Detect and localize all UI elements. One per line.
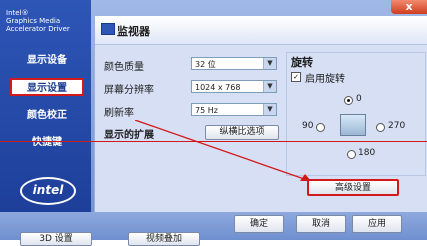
driver-window: x Intel® Graphics Media Accelerator Driv…: [0, 0, 427, 246]
rotation-0-radio[interactable]: [344, 96, 353, 105]
color-quality-label: 颜色质量: [104, 62, 144, 73]
chevron-down-icon: ▼: [263, 81, 276, 92]
intel-logo: intel: [20, 177, 76, 205]
apply-button[interactable]: 应用: [352, 215, 402, 233]
color-quality-select[interactable]: 32 位 ▼: [191, 57, 277, 70]
monitor-icon: [101, 23, 115, 35]
brand-line3: Accelerator Driver: [6, 25, 70, 33]
refresh-rate-value: 75 Hz: [195, 106, 218, 115]
enable-rotation-label: 启用旋转: [305, 74, 345, 85]
panel-header: 监视器: [95, 16, 427, 45]
brand-text: Intel® Graphics Media Accelerator Driver: [6, 9, 70, 33]
brand-line1: Intel®: [6, 9, 29, 17]
sidebar-item-display-devices[interactable]: 显示设备: [8, 52, 86, 70]
3d-settings-button[interactable]: 3D 设置: [20, 232, 92, 246]
sidebar-item-color-correction[interactable]: 颜色校正: [8, 107, 86, 125]
color-quality-value: 32 位: [195, 60, 216, 69]
brand-line2: Graphics Media: [6, 17, 61, 25]
refresh-rate-label: 刷新率: [104, 108, 134, 119]
bottom-bar: 确定 取消 应用 3D 设置 视频叠加: [0, 212, 427, 246]
chevron-down-icon: ▼: [263, 58, 276, 69]
sidebar-item-hotkeys[interactable]: 快捷键: [8, 134, 86, 152]
resolution-select[interactable]: 1024 x 768 ▼: [191, 80, 277, 93]
rotation-title: 旋转: [291, 56, 313, 69]
close-icon[interactable]: x: [391, 0, 427, 14]
panel-title: 监视器: [117, 25, 150, 38]
annotation-arrow-icon: [135, 120, 311, 181]
resolution-label: 屏幕分辨率: [104, 85, 154, 96]
ok-button[interactable]: 确定: [234, 215, 284, 233]
video-overlay-button[interactable]: 视频叠加: [128, 232, 200, 246]
chevron-down-icon: ▼: [263, 104, 276, 115]
sidebar-item-display-settings[interactable]: 显示设置: [10, 78, 84, 96]
enable-rotation-checkbox[interactable]: ✓: [291, 72, 301, 82]
resolution-value: 1024 x 768: [195, 83, 241, 92]
cancel-button[interactable]: 取消: [296, 215, 346, 233]
refresh-rate-select[interactable]: 75 Hz ▼: [191, 103, 277, 116]
rotation-0-label: 0: [356, 94, 362, 104]
sidebar: Intel® Graphics Media Accelerator Driver…: [0, 0, 91, 212]
